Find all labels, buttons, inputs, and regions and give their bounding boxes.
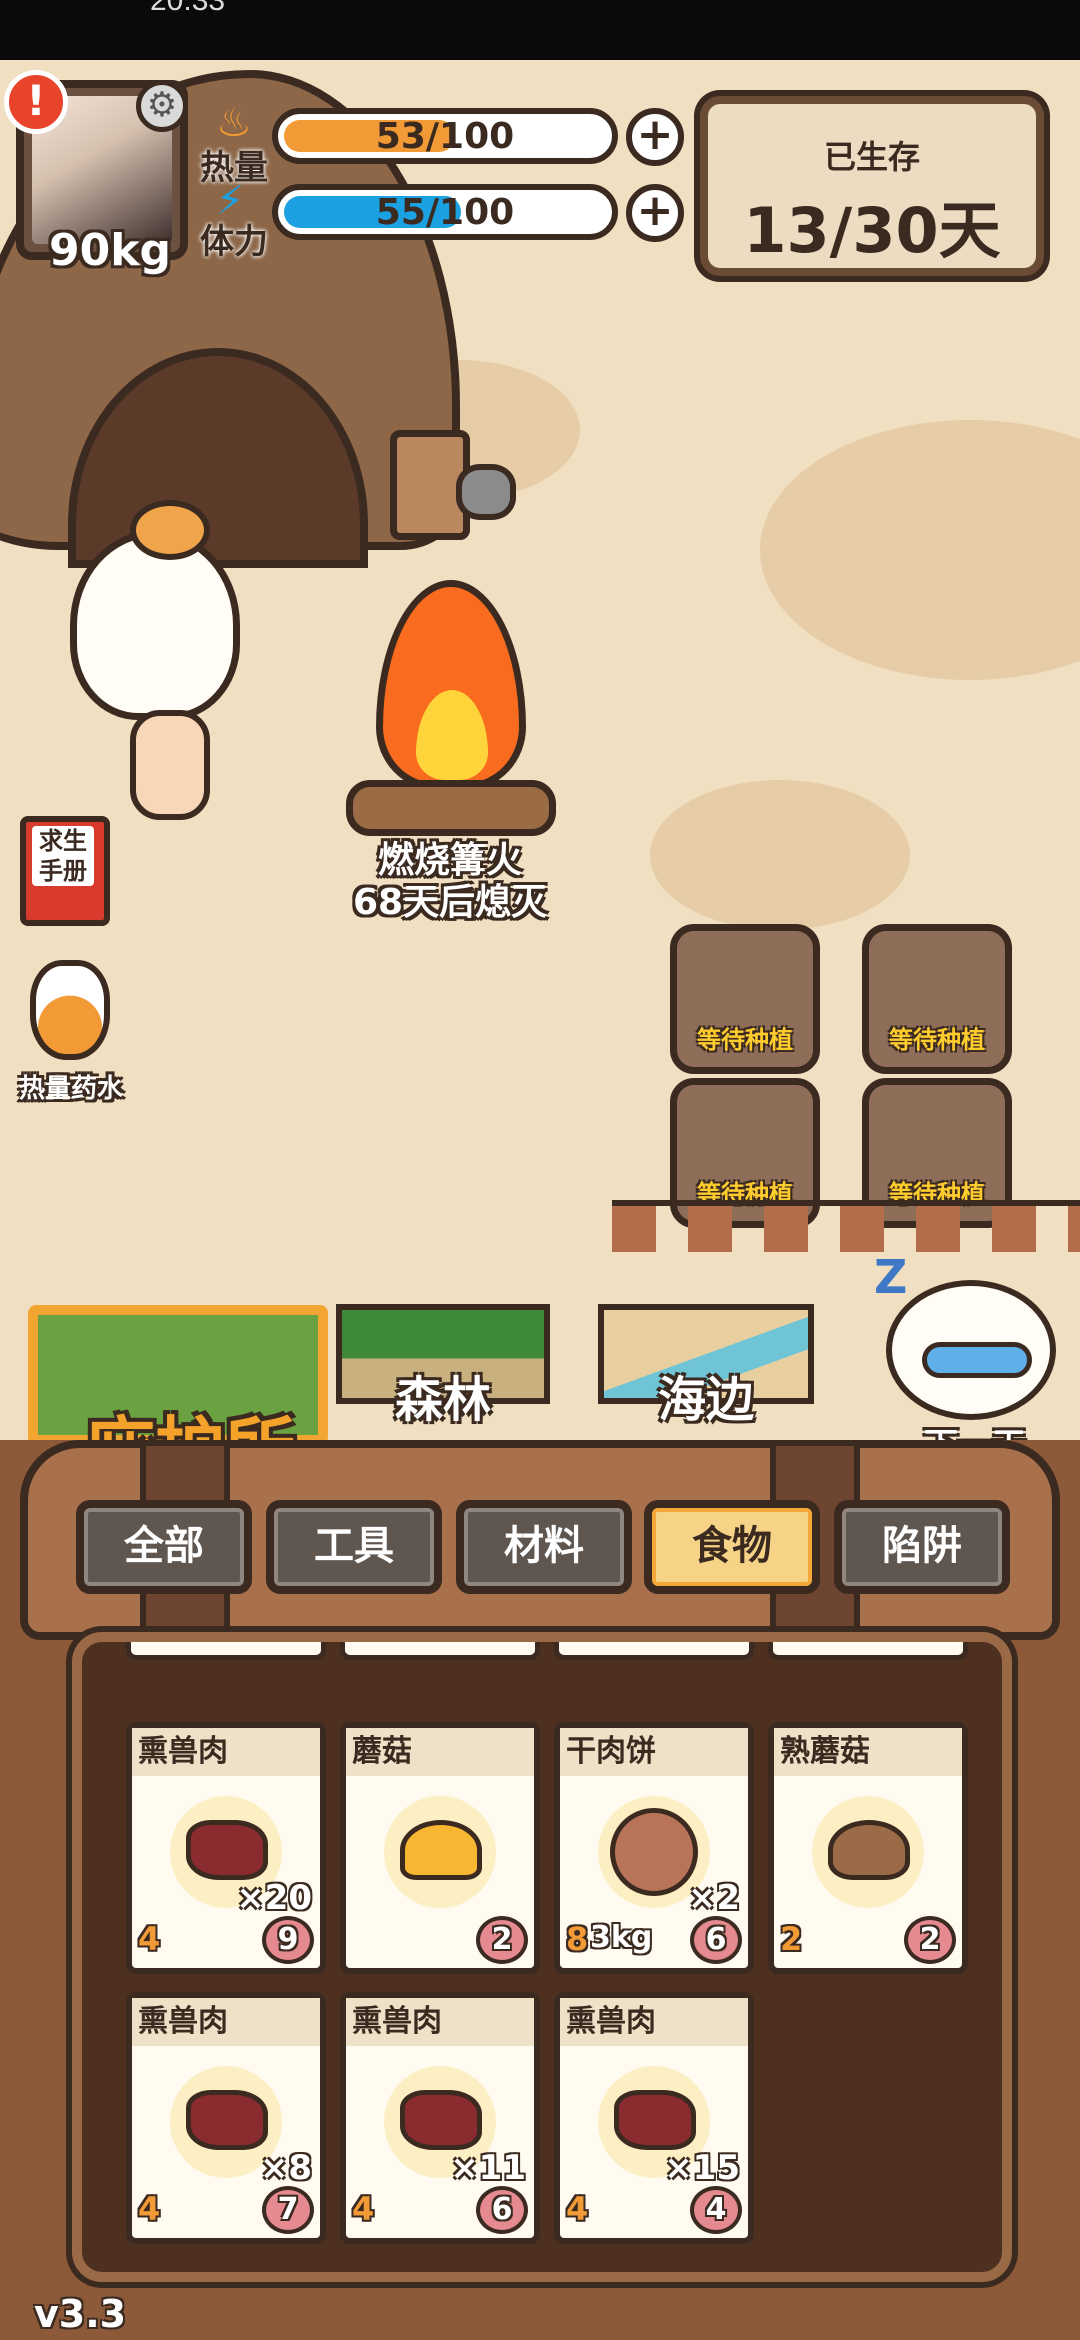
tab-food[interactable]: 食物: [644, 1500, 820, 1594]
item-count: ×8: [259, 2148, 312, 2188]
character-hair: [70, 530, 240, 720]
add-calorie-button[interactable]: +: [626, 108, 684, 166]
item-weight: 3kg: [590, 1920, 653, 1955]
campfire-name: 燃烧篝火: [377, 840, 522, 881]
stamina-label: 体力: [200, 222, 268, 262]
alert-icon[interactable]: !: [4, 70, 68, 134]
item-freshness-days: 6: [690, 1916, 742, 1964]
character-bow: [130, 500, 210, 560]
inventory-item[interactable]: 熏兽肉 ×11 4 6: [340, 1992, 540, 2244]
stamina-bar: 55/100: [272, 184, 618, 240]
location-forest-label: 森林: [394, 1372, 491, 1428]
stamina-value: 55/100: [375, 192, 515, 233]
meat-icon: [400, 2090, 482, 2150]
campfire-status: 燃烧篝火 68天后熄灭: [300, 840, 600, 924]
ground-patch: [650, 780, 910, 930]
item-calories: 4: [352, 2190, 375, 2228]
add-stamina-button[interactable]: +: [626, 184, 684, 242]
item-name: 干肉饼: [560, 1728, 748, 1776]
sleep-mask-icon: [922, 1342, 1032, 1378]
inventory-row-partial: [82, 1642, 1002, 1660]
calorie-bar: 53/100: [272, 108, 618, 164]
item-freshness-days: 4: [690, 2186, 742, 2234]
item-image: [384, 1796, 496, 1908]
location-beach-label: 海边: [657, 1372, 754, 1428]
item-calories: 4: [138, 2190, 161, 2228]
item-freshness-days: 2: [476, 1916, 528, 1964]
meat-icon: [186, 2090, 268, 2150]
inventory-item[interactable]: 熏兽肉 ×8 4 7: [126, 1992, 326, 2244]
item-count: ×15: [664, 2148, 740, 2188]
survival-guide-label: 求生手册: [32, 826, 94, 886]
inventory-item[interactable]: 熟蘑菇 2 2: [768, 1722, 968, 1974]
item-count: ×20: [236, 1878, 312, 1918]
mushroom-icon: [400, 1820, 482, 1880]
status-bar: 20:33: [0, 0, 1080, 60]
survival-guide-button[interactable]: 求生手册: [10, 816, 120, 936]
inventory-grid[interactable]: 熏兽肉 ×20 4 9 蘑菇 2 干肉饼 ×2 8 3kg 6 熟蘑菇 2 2 熏兽肉 ×8 4 7 熏兽肉 ×11 4…: [72, 1632, 1012, 2282]
item-calories: 2: [780, 1920, 803, 1958]
item-freshness-days: 2: [904, 1916, 956, 1964]
item-freshness-days: 6: [476, 2186, 528, 2234]
calorie-value: 53/100: [375, 116, 515, 157]
tab-traps[interactable]: 陷阱: [834, 1500, 1010, 1594]
item-freshness-days: 7: [262, 2186, 314, 2234]
potion-icon: [30, 960, 110, 1060]
farm-plot[interactable]: 等待种植: [862, 924, 1012, 1074]
item-name: 熏兽肉: [346, 1998, 534, 2046]
meat-icon: [186, 1820, 268, 1880]
next-day-button[interactable]: [886, 1280, 1056, 1420]
player-weight: 90kg: [49, 225, 171, 276]
item-name: 蘑菇: [346, 1728, 534, 1776]
item-name: 熏兽肉: [132, 1728, 320, 1776]
item-count: ×2: [687, 1878, 740, 1918]
item-name: 熏兽肉: [560, 1998, 748, 2046]
inventory-item-partial[interactable]: [340, 1642, 540, 1660]
inventory-item-partial[interactable]: [126, 1642, 326, 1660]
ground-patch: [760, 420, 1080, 680]
version-label: v3.3: [34, 2292, 127, 2336]
item-count: ×11: [450, 2148, 526, 2188]
days-survived-label: 已生存: [823, 138, 920, 176]
campfire-remaining: 68天后熄灭: [352, 882, 548, 923]
item-image: [812, 1796, 924, 1908]
plot-status: 等待种植: [889, 1026, 985, 1054]
sleep-icon: Z: [874, 1250, 908, 1304]
tab-all[interactable]: 全部: [76, 1500, 252, 1594]
inventory-item-partial[interactable]: [554, 1642, 754, 1660]
inventory-item[interactable]: 熏兽肉 ×20 4 9: [126, 1722, 326, 1974]
meat-icon: [614, 2090, 696, 2150]
inventory-item[interactable]: 熏兽肉 ×15 4 4: [554, 1992, 754, 2244]
item-name: 熏兽肉: [132, 1998, 320, 2046]
item-calories: 4: [138, 1920, 161, 1958]
gear-icon[interactable]: ⚙: [136, 80, 188, 132]
item-freshness-days: 9: [262, 1916, 314, 1964]
clock: 20:33: [150, 0, 226, 17]
item-calories: 4: [566, 2190, 589, 2228]
campfire[interactable]: [340, 580, 560, 850]
plot-status: 等待种植: [697, 1026, 793, 1054]
item-name: 熟蘑菇: [774, 1728, 962, 1776]
days-survived-panel: 已生存 13/30天: [700, 96, 1044, 276]
calorie-potion-label: 热量药水: [18, 1074, 123, 1104]
tab-materials[interactable]: 材料: [456, 1500, 632, 1594]
jerky-icon: [610, 1808, 698, 1896]
inventory-item[interactable]: 蘑菇 2: [340, 1722, 540, 1974]
rock: [456, 464, 516, 520]
player-character[interactable]: [60, 500, 270, 830]
fence: [612, 1200, 1080, 1252]
farm-plot[interactable]: 等待种植: [670, 924, 820, 1074]
character-body: [130, 710, 210, 820]
tab-tools[interactable]: 工具: [266, 1500, 442, 1594]
inventory-item-partial[interactable]: [768, 1642, 968, 1660]
firewood: [346, 780, 556, 836]
calorie-potion-button[interactable]: 热量药水: [10, 960, 123, 1110]
cooked-icon: [828, 1820, 910, 1880]
item-calories: 8: [566, 1920, 589, 1958]
inventory-item[interactable]: 干肉饼 ×2 8 3kg 6: [554, 1722, 754, 1974]
days-survived-value: 13/30天: [743, 194, 1001, 267]
